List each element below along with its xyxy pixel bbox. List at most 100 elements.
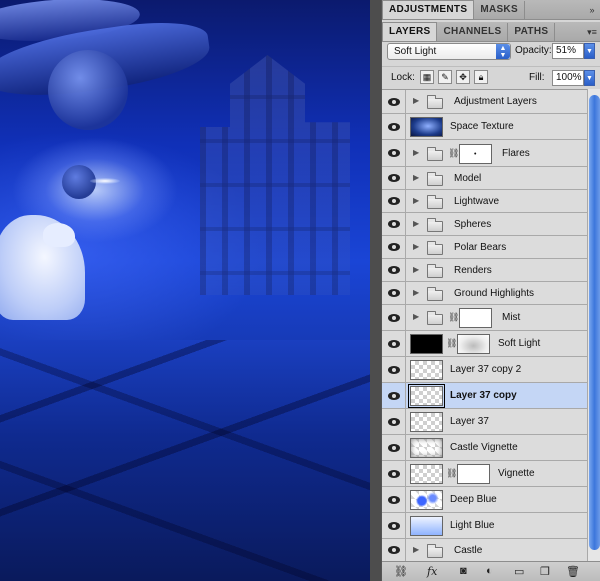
visibility-toggle[interactable] xyxy=(382,305,406,330)
eye-icon xyxy=(387,546,400,554)
visibility-toggle[interactable] xyxy=(382,90,406,113)
visibility-toggle[interactable] xyxy=(382,236,406,258)
panel-menu-icon[interactable]: ▾≡ xyxy=(583,23,600,41)
layer-row[interactable]: Space Texture xyxy=(382,114,587,140)
lock-position-move-icon[interactable]: ✥ xyxy=(456,70,470,84)
layer-row[interactable]: ⛓ Vignette xyxy=(382,461,587,487)
expand-triangle-icon[interactable]: ▶ xyxy=(413,196,419,205)
layer-row[interactable]: ▶ Adjustment Layers xyxy=(382,90,587,114)
visibility-toggle[interactable] xyxy=(382,435,406,460)
expand-triangle-icon[interactable]: ▶ xyxy=(413,219,419,228)
link-icon[interactable]: ⛓ xyxy=(448,148,459,159)
expand-triangle-icon[interactable]: ▶ xyxy=(413,312,419,321)
mask-dot: • xyxy=(474,150,477,158)
fill-dropdown-icon[interactable]: ▼ xyxy=(584,70,595,86)
layer-row[interactable]: ▶ Ground Highlights xyxy=(382,282,587,305)
adjustment-layer-icon[interactable]: ◐ xyxy=(486,565,493,577)
new-group-folder-icon[interactable]: ▭ xyxy=(514,565,524,578)
link-icon[interactable]: ⛓ xyxy=(448,312,459,323)
visibility-toggle[interactable] xyxy=(382,539,406,561)
eye-icon xyxy=(387,443,400,452)
expand-triangle-icon[interactable]: ▶ xyxy=(413,242,419,251)
document-canvas[interactable] xyxy=(0,0,370,581)
layer-thumbnail[interactable] xyxy=(410,412,443,432)
expand-triangle-icon[interactable]: ▶ xyxy=(413,265,419,274)
layer-row[interactable]: ▶ Castle xyxy=(382,539,587,561)
expand-triangle-icon[interactable]: ▶ xyxy=(413,173,419,182)
layer-row[interactable]: ▶ Spheres xyxy=(382,213,587,236)
layer-mask-thumbnail[interactable] xyxy=(457,464,490,484)
visibility-toggle[interactable] xyxy=(382,282,406,304)
layer-row[interactable]: Deep Blue xyxy=(382,487,587,513)
layer-mask-thumbnail[interactable] xyxy=(457,334,490,354)
opacity-dropdown-icon[interactable]: ▼ xyxy=(584,43,595,59)
visibility-toggle[interactable] xyxy=(382,513,406,538)
link-icon[interactable]: ⛓ xyxy=(446,338,457,349)
layer-row[interactable]: ▶ Model xyxy=(382,167,587,190)
visibility-toggle[interactable] xyxy=(382,259,406,281)
tab-masks[interactable]: MASKS xyxy=(474,1,525,19)
adjustments-tab-bar: ADJUSTMENTS MASKS » xyxy=(382,0,600,20)
fx-layer-style-icon[interactable]: fx xyxy=(427,565,437,578)
layer-row[interactable]: ▶ Polar Bears xyxy=(382,236,587,259)
layer-row[interactable]: ▶ ⛓ Mist xyxy=(382,305,587,331)
layer-row[interactable]: Castle Vignette xyxy=(382,435,587,461)
collapse-icon[interactable]: » xyxy=(583,1,600,19)
layer-name: Castle xyxy=(454,544,483,556)
expand-triangle-icon[interactable]: ▶ xyxy=(413,288,419,297)
layer-thumbnail[interactable] xyxy=(410,490,443,510)
visibility-toggle[interactable] xyxy=(382,114,406,139)
layer-thumbnail[interactable] xyxy=(410,438,443,458)
layer-row[interactable]: Layer 37 copy xyxy=(382,383,587,409)
expand-triangle-icon[interactable]: ▶ xyxy=(413,545,419,554)
layer-row[interactable]: ▶ Lightwave xyxy=(382,190,587,213)
opacity-field[interactable]: 51% xyxy=(552,43,584,59)
blend-mode-select[interactable]: Soft Light ▲ ▼ xyxy=(387,43,511,60)
tab-adjustments[interactable]: ADJUSTMENTS xyxy=(382,0,475,19)
layer-thumbnail[interactable] xyxy=(410,117,443,137)
tab-paths[interactable]: PATHS xyxy=(508,23,556,41)
visibility-toggle[interactable] xyxy=(382,357,406,382)
tab-channels[interactable]: CHANNELS xyxy=(437,23,509,41)
add-mask-icon[interactable]: ◙ xyxy=(460,565,467,577)
visibility-toggle[interactable] xyxy=(382,140,406,166)
layer-thumbnail[interactable] xyxy=(408,384,445,408)
fill-field[interactable]: 100% xyxy=(552,70,584,86)
visibility-toggle[interactable] xyxy=(382,331,406,356)
layer-row[interactable]: Light Blue xyxy=(382,513,587,539)
layer-thumbnail[interactable] xyxy=(410,334,443,354)
link-icon[interactable]: ⛓ xyxy=(446,468,457,479)
layer-row[interactable]: ▶ Renders xyxy=(382,259,587,282)
lock-label: Lock: xyxy=(391,72,415,83)
expand-triangle-icon[interactable]: ▶ xyxy=(413,96,419,105)
tab-layers[interactable]: LAYERS xyxy=(382,22,438,41)
visibility-toggle[interactable] xyxy=(382,409,406,434)
layer-thumbnail[interactable] xyxy=(410,360,443,380)
scrollbar-thumb[interactable] xyxy=(589,95,600,550)
expand-triangle-icon[interactable]: ▶ xyxy=(413,148,419,157)
layer-thumbnail[interactable] xyxy=(410,464,443,484)
layers-scrollbar[interactable] xyxy=(587,89,600,561)
visibility-toggle[interactable] xyxy=(382,213,406,235)
visibility-toggle[interactable] xyxy=(382,190,406,212)
visibility-toggle[interactable] xyxy=(382,461,406,486)
link-layers-icon[interactable]: ⛓ xyxy=(394,565,408,578)
layer-mask-thumbnail[interactable]: • xyxy=(459,143,492,164)
visibility-toggle[interactable] xyxy=(382,167,406,189)
eye-icon xyxy=(387,391,400,400)
lock-all-padlock-icon[interactable]: 🔒︎ xyxy=(474,70,488,84)
opacity-label: Opacity: xyxy=(515,45,552,56)
lock-image-brush-icon[interactable]: ✎ xyxy=(438,70,452,84)
visibility-toggle[interactable] xyxy=(382,487,406,512)
layer-row[interactable]: ⛓ Soft Light xyxy=(382,331,587,357)
visibility-toggle[interactable] xyxy=(382,383,406,408)
trash-icon[interactable]: 🗑︎ xyxy=(566,565,580,578)
layer-thumbnail[interactable] xyxy=(410,516,443,536)
layer-mask-thumbnail[interactable] xyxy=(459,308,492,328)
new-layer-icon[interactable]: ❐ xyxy=(540,565,550,578)
layer-row[interactable]: Layer 37 xyxy=(382,409,587,435)
folder-icon xyxy=(427,543,443,558)
layer-row[interactable]: Layer 37 copy 2 xyxy=(382,357,587,383)
lock-transparent-icon[interactable]: ▦ xyxy=(420,70,434,84)
layer-row[interactable]: ▶ ⛓ • Flares xyxy=(382,140,587,167)
